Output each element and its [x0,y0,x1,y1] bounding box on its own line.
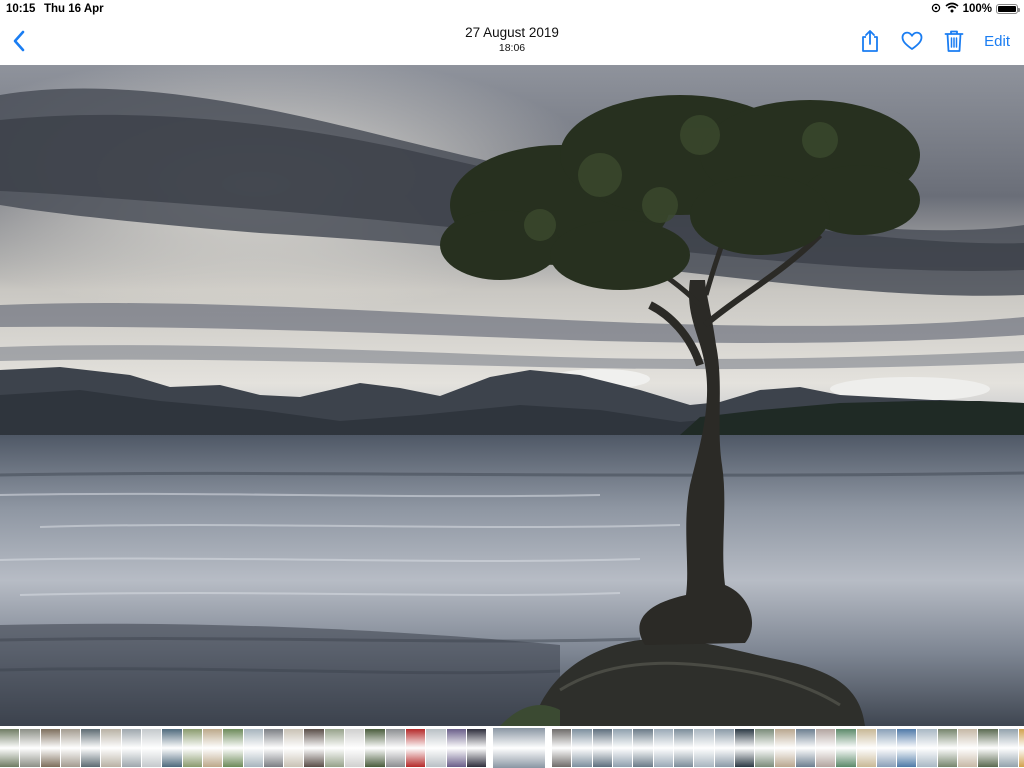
filmstrip-thumbnail[interactable] [345,728,365,767]
filmstrip-thumbnail[interactable] [40,728,60,767]
filmstrip-thumbnail[interactable] [795,728,815,767]
filmstrip-thumbnail[interactable] [60,728,81,767]
trash-icon [944,30,964,52]
filmstrip-thumbnail[interactable] [714,728,734,767]
filmstrip-thumbnail[interactable] [673,728,694,767]
share-button[interactable] [858,28,882,54]
filmstrip-thumbnail[interactable] [142,728,162,767]
filmstrip-thumbnail[interactable] [897,728,917,767]
filmstrip-thumbnail[interactable] [876,728,897,767]
filmstrip-thumbnail[interactable] [365,728,385,767]
filmstrip-thumbnail[interactable] [978,728,998,767]
status-indicators: 100% [931,2,1020,16]
filmstrip-thumbnail[interactable] [653,728,673,767]
battery-percentage: 100% [962,3,992,15]
favorite-button[interactable] [900,28,924,54]
filmstrip-thumbnail[interactable] [917,728,937,767]
battery-icon [996,4,1020,14]
filmstrip-thumbnail[interactable] [223,728,243,767]
filmstrip-thumbnail[interactable] [324,728,345,767]
filmstrip-thumbnail[interactable] [815,728,836,767]
filmstrip-thumbnail[interactable] [613,728,633,767]
status-bar: 10:15 Thu 16 Apr 100% [0,0,1024,18]
filmstrip-thumbnail[interactable] [284,728,304,767]
filmstrip-thumbnail[interactable] [572,728,592,767]
filmstrip-thumbnail[interactable] [998,728,1018,767]
filmstrip-thumbnail[interactable] [405,728,426,767]
filmstrip-thumbnail[interactable] [592,728,613,767]
filmstrip-thumbnail[interactable] [81,728,101,767]
edit-button[interactable]: Edit [984,33,1010,50]
filmstrip-thumbnail[interactable] [202,728,223,767]
filmstrip-thumbnail[interactable] [182,728,202,767]
filmstrip-thumbnail[interactable] [856,728,876,767]
filmstrip-thumbnail[interactable] [775,728,795,767]
orientation-lock-icon [931,3,941,16]
status-time: 10:15 [6,3,36,15]
filmstrip-thumbnail[interactable] [243,728,263,767]
filmstrip-thumbnail[interactable] [633,728,653,767]
filmstrip-thumbnail[interactable] [101,728,121,767]
nav-actions: Edit [858,27,1010,55]
filmstrip-thumbnail[interactable] [734,728,755,767]
filmstrip-thumbnail[interactable] [755,728,775,767]
filmstrip-thumbnail[interactable] [466,728,487,767]
heart-icon [901,31,923,50]
filmstrip-thumbnail[interactable] [958,728,978,767]
filmstrip-thumbnail[interactable] [836,728,856,767]
filmstrip-thumbnail[interactable] [263,728,284,767]
filmstrip-thumbnail[interactable] [694,728,714,767]
status-date: Thu 16 Apr [44,3,104,15]
wifi-icon [945,2,959,16]
lake-tree-photo[interactable] [0,65,1024,726]
filmstrip-thumbnail[interactable] [385,728,405,767]
filmstrip-thumbnail[interactable] [20,728,40,767]
filmstrip-thumbnail[interactable] [162,728,182,767]
photo-filmstrip[interactable] [0,727,1024,768]
filmstrip-thumbnail[interactable] [446,728,466,767]
share-icon [862,30,879,52]
filmstrip-thumbnail[interactable] [121,728,142,767]
filmstrip-thumbnail[interactable] [426,728,446,767]
filmstrip-thumbnail-current[interactable] [493,727,546,768]
filmstrip-thumbnail[interactable] [0,728,20,767]
filmstrip-thumbnail[interactable] [1018,728,1024,767]
filmstrip-thumbnail[interactable] [937,728,958,767]
filmstrip-thumbnail[interactable] [552,728,572,767]
filmstrip-thumbnail[interactable] [304,728,324,767]
photo-nav-bar: 27 August 2019 18:06 Edit [0,18,1024,64]
delete-button[interactable] [942,28,966,54]
